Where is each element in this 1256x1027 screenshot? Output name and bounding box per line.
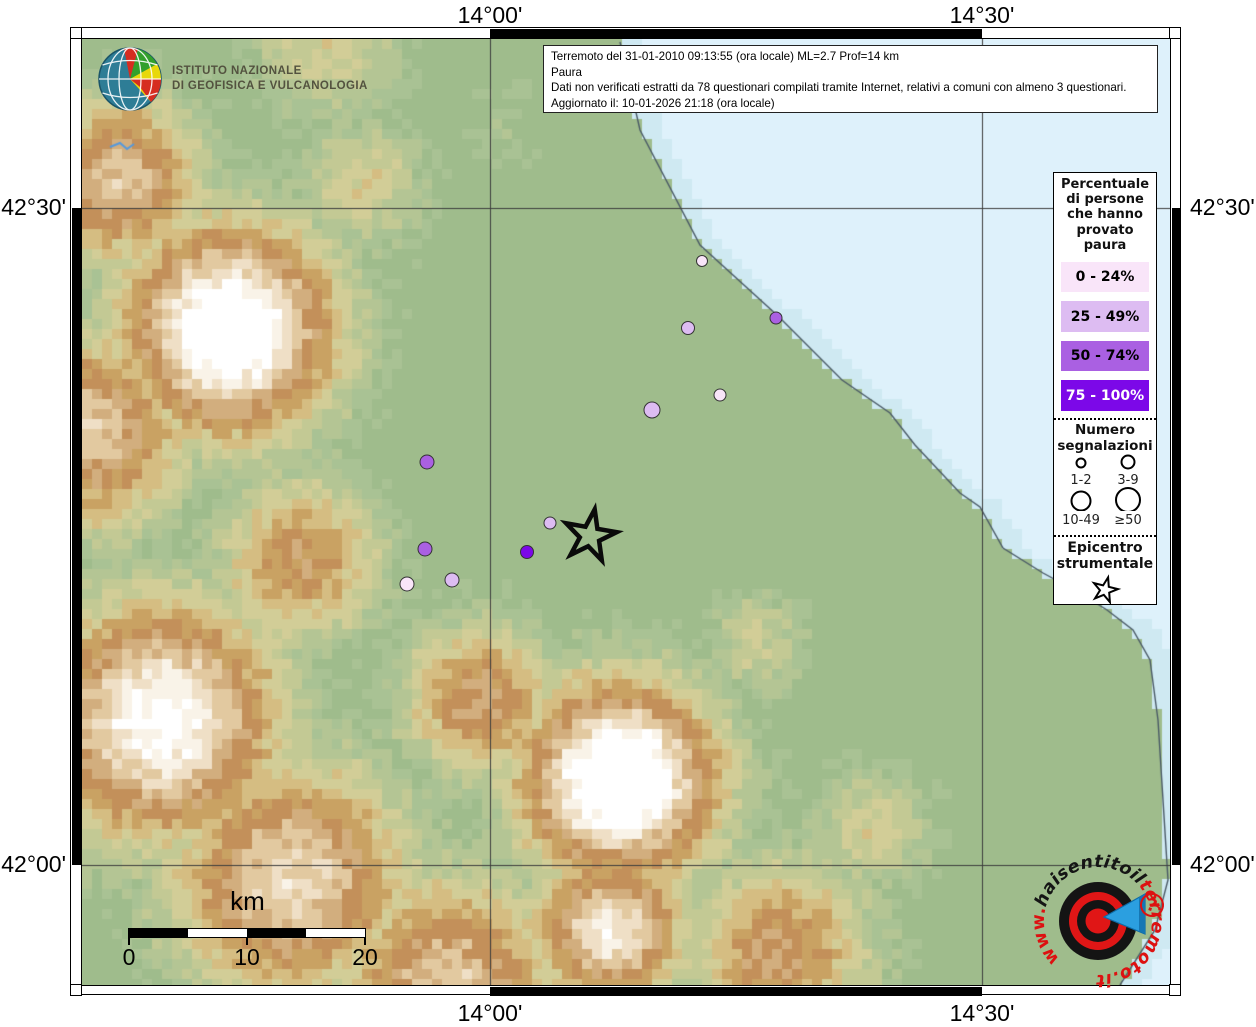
scalebar-seg bbox=[306, 929, 365, 937]
lon-label-bottom-14-30: 14°30' bbox=[922, 1000, 1042, 1027]
scalebar bbox=[128, 928, 366, 938]
map-legend: Percentuale di persone che hanno provato… bbox=[1053, 172, 1157, 605]
institute-name-line1: ISTITUTO NAZIONALE bbox=[172, 64, 368, 79]
count-title-line: segnalazioni bbox=[1057, 438, 1152, 454]
scalebar-unit: km bbox=[160, 886, 335, 917]
institute-name-line2: DI GEOFISICA E VULCANOLOGIA bbox=[172, 79, 368, 94]
legend-title-line: paura bbox=[1061, 238, 1149, 253]
legend-divider bbox=[1054, 418, 1156, 420]
legend-title-line: che hanno bbox=[1061, 207, 1149, 222]
event-title: Terremoto del 31-01-2010 09:13:55 (ora l… bbox=[551, 49, 1150, 65]
ingv-branding: ISTITUTO NAZIONALE DI GEOFISICA E VULCAN… bbox=[96, 46, 368, 112]
lat-label-right-42-00: 42°00' bbox=[1190, 851, 1255, 878]
frame-corner-tl bbox=[70, 27, 82, 39]
map-frame-inner bbox=[81, 38, 1171, 986]
scalebar-label-0: 0 bbox=[99, 944, 159, 971]
count-label-10-49: 10-49 bbox=[1062, 513, 1100, 528]
event-effect: Paura bbox=[551, 65, 1150, 81]
watermark-www: www. bbox=[1029, 905, 1064, 969]
event-update-time: Aggiornato il: 10-01-2026 21:18 (ora loc… bbox=[551, 96, 1150, 112]
epicenter-title-line: strumentale bbox=[1057, 556, 1153, 573]
epicenter-title-line: Epicentro bbox=[1057, 540, 1153, 557]
legend-swatch-75-100: 75 - 100% bbox=[1061, 380, 1149, 410]
count-size-key-labels: 10-49 ≥50 bbox=[1055, 511, 1155, 528]
frame-band-bottom bbox=[490, 987, 982, 997]
lon-label-top-14-00: 14°00' bbox=[430, 2, 550, 29]
scalebar-seg bbox=[188, 929, 247, 937]
frame-band-top bbox=[490, 29, 982, 39]
lat-label-left-42-30: 42°30' bbox=[0, 194, 66, 221]
scalebar-label-20: 20 bbox=[335, 944, 395, 971]
haisentito-watermark-logo: www.haisentitoilterremoto.it ? bbox=[1022, 843, 1174, 1004]
legend-swatch-25-49: 25 - 49% bbox=[1061, 301, 1149, 331]
count-size-key: 1-2 3-9 bbox=[1055, 454, 1155, 511]
legend-title-line: Percentuale bbox=[1061, 177, 1149, 192]
frame-corner-tr bbox=[1169, 27, 1181, 39]
haisentito-logo-icon: www.haisentitoilterremoto.it ? bbox=[1022, 843, 1174, 999]
lon-label-bottom-14-00: 14°00' bbox=[430, 1000, 550, 1027]
legend-swatch-50-74: 50 - 74% bbox=[1061, 341, 1149, 371]
frame-corner-bl bbox=[70, 984, 82, 996]
frame-band-right bbox=[1172, 208, 1182, 865]
legend-swatch-0-24: 0 - 24% bbox=[1061, 262, 1149, 292]
lat-label-left-42-00: 42°00' bbox=[0, 851, 66, 878]
frame-band-left bbox=[72, 208, 82, 865]
scalebar-seg bbox=[247, 929, 306, 937]
count-label-3-9: 3-9 bbox=[1117, 473, 1138, 488]
count-label-50: ≥50 bbox=[1114, 513, 1141, 528]
screenshot-root: { "branding": { "institute_line1": "ISTI… bbox=[0, 0, 1256, 1024]
event-info-box: Terremoto del 31-01-2010 09:13:55 (ora l… bbox=[543, 45, 1158, 113]
event-disclaimer: Dati non verificati estratti da 78 quest… bbox=[551, 80, 1150, 96]
legend-title-line: di persone bbox=[1061, 192, 1149, 207]
scalebar-label-10: 10 bbox=[217, 944, 277, 971]
lat-label-right-42-30: 42°30' bbox=[1190, 194, 1255, 221]
count-title-line: Numero bbox=[1057, 422, 1152, 438]
legend-divider bbox=[1054, 535, 1156, 537]
legend-title-line: provato bbox=[1061, 223, 1149, 238]
lon-label-top-14-30: 14°30' bbox=[922, 2, 1042, 29]
count-label-1-2: 1-2 bbox=[1070, 473, 1091, 488]
ingv-globe-logo-icon bbox=[96, 46, 164, 112]
epicenter-star-icon bbox=[1085, 573, 1125, 604]
scalebar-seg bbox=[129, 929, 188, 937]
